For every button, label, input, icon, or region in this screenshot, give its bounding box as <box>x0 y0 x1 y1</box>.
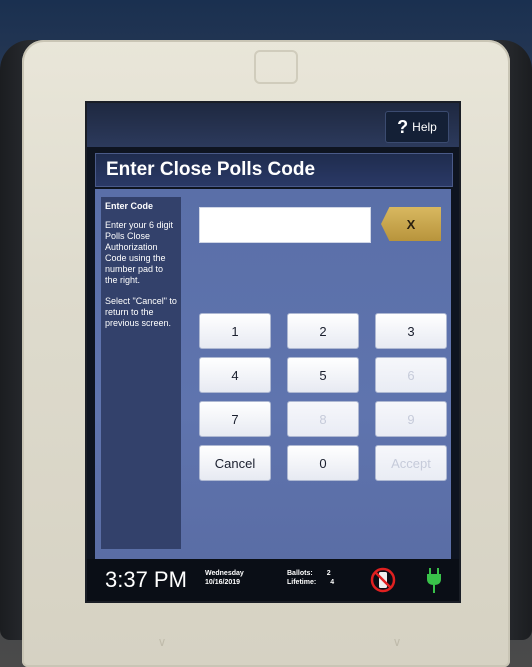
lifetime-row: Lifetime: 4 <box>287 578 334 587</box>
instruction-heading: Enter Code <box>105 201 154 211</box>
device-screen: ? Help Enter Close Polls Code Enter Code… <box>85 101 461 603</box>
main-area: Enter Code Enter your 6 digit Polls Clos… <box>95 189 451 559</box>
power-plug-icon <box>427 568 441 593</box>
help-button[interactable]: ? Help <box>385 111 449 143</box>
lifetime-label: Lifetime: <box>287 579 317 586</box>
clear-button[interactable]: X <box>381 207 441 241</box>
code-input[interactable] <box>199 207 371 243</box>
lifetime-count: 4 <box>330 579 335 586</box>
clock-time: 3:37 PM <box>105 567 187 592</box>
help-label: Help <box>412 120 437 134</box>
page-title: Enter Close Polls Code <box>106 159 316 180</box>
question-mark-icon: ? <box>397 116 409 137</box>
key-0[interactable]: 0 <box>287 445 359 481</box>
top-bar: ? Help <box>87 103 459 147</box>
key-2[interactable]: 2 <box>287 313 359 349</box>
date-display: Wednesday 10/16/2019 <box>205 569 244 587</box>
frame-tab-right: ∨ <box>392 635 402 649</box>
accept-button[interactable]: Accept <box>375 445 447 481</box>
instruction-text: Enter your 6 digit Polls Close Authoriza… <box>105 220 174 285</box>
page-title-bar: Enter Close Polls Code <box>95 153 453 187</box>
key-7[interactable]: 7 <box>199 401 271 437</box>
frame-notch <box>254 50 298 84</box>
ballot-counts: Ballots: 2 Lifetime: 4 <box>287 569 334 587</box>
key-3[interactable]: 3 <box>375 313 447 349</box>
cancel-button[interactable]: Cancel <box>199 445 271 481</box>
ballots-label: Ballots: <box>287 570 313 577</box>
key-6[interactable]: 6 <box>375 357 447 393</box>
cancel-hint-text: Select "Cancel" to return to the previou… <box>105 296 177 328</box>
ballots-row: Ballots: 2 <box>287 569 334 578</box>
key-9[interactable]: 9 <box>375 401 447 437</box>
frame-tab-left: ∨ <box>157 635 167 649</box>
no-phone-icon <box>370 567 396 593</box>
key-8[interactable]: 8 <box>287 401 359 437</box>
date: 10/16/2019 <box>205 579 241 586</box>
instruction-panel: Enter Code Enter your 6 digit Polls Clos… <box>101 197 181 549</box>
status-bar: 3:37 PM Wednesday 10/16/2019 Ballots: 2 … <box>87 559 459 601</box>
weekday: Wednesday <box>205 570 244 577</box>
key-5[interactable]: 5 <box>287 357 359 393</box>
key-1[interactable]: 1 <box>199 313 271 349</box>
key-4[interactable]: 4 <box>199 357 271 393</box>
ballots-count: 2 <box>326 570 331 577</box>
